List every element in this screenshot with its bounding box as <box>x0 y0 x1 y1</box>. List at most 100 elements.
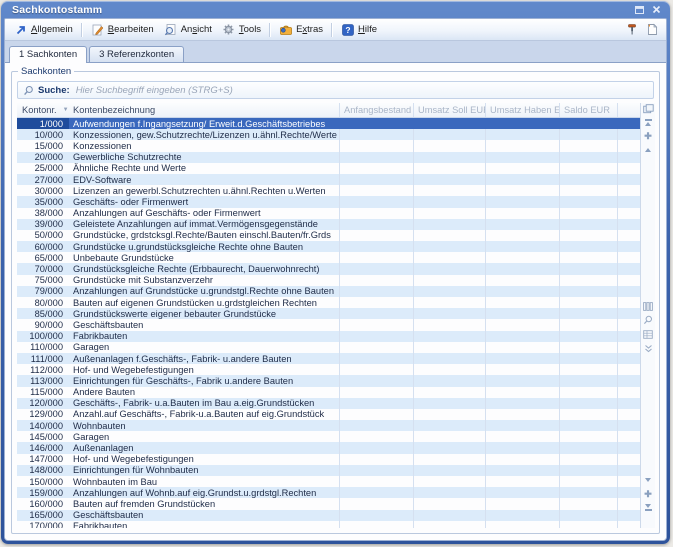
cell-anfangsbestand[interactable] <box>339 297 413 308</box>
cell-saldo[interactable] <box>559 364 617 375</box>
table-row[interactable]: 80/000Bauten auf eigenen Grundstücken u.… <box>17 297 640 308</box>
cell-kontonr[interactable]: 75/000 <box>17 275 69 286</box>
column-chooser-icon[interactable] <box>641 103 655 115</box>
cell-saldo[interactable] <box>559 275 617 286</box>
cell-umsatz-haben[interactable] <box>485 510 559 521</box>
cell-kontenbezeichnung[interactable]: Anzahlungen auf Geschäfts- oder Firmenwe… <box>69 208 339 219</box>
cell-umsatz-haben[interactable] <box>485 398 559 409</box>
cell-saldo[interactable] <box>559 219 617 230</box>
cell-kontonr[interactable]: 60/000 <box>17 241 69 252</box>
cell-umsatz-soll[interactable] <box>413 387 485 398</box>
cell-umsatz-soll[interactable] <box>413 375 485 386</box>
cell-umsatz-soll[interactable] <box>413 364 485 375</box>
table-row[interactable]: 120/000Geschäfts-, Fabrik- u.a.Bauten im… <box>17 398 640 409</box>
table-row[interactable]: 159/000Anzahlungen auf Wohnb.auf eig.Gru… <box>17 487 640 498</box>
table-row[interactable]: 27/000EDV-Software <box>17 174 640 185</box>
cell-umsatz-soll[interactable] <box>413 487 485 498</box>
cell-saldo[interactable] <box>559 431 617 442</box>
search-bar[interactable]: Suche: <box>17 81 654 99</box>
table-row[interactable]: 129/000Anzahl.auf Geschäfts-, Fabrik-u.a… <box>17 409 640 420</box>
table-row[interactable]: 110/000Garagen <box>17 342 640 353</box>
cell-anfangsbestand[interactable] <box>339 331 413 342</box>
cell-saldo[interactable] <box>559 476 617 487</box>
cell-saldo[interactable] <box>559 521 617 528</box>
cell-kontonr[interactable]: 160/000 <box>17 498 69 509</box>
cell-kontenbezeichnung[interactable]: EDV-Software <box>69 174 339 185</box>
column-header-anfangsbestand[interactable]: Anfangsbestand EUR <box>339 103 413 117</box>
cell-umsatz-haben[interactable] <box>485 521 559 528</box>
cell-saldo[interactable] <box>559 331 617 342</box>
cell-umsatz-haben[interactable] <box>485 487 559 498</box>
row-up-icon[interactable] <box>641 144 655 156</box>
cell-umsatz-soll[interactable] <box>413 431 485 442</box>
cell-kontenbezeichnung[interactable]: Bauten auf eigenen Grundstücken u.grdstg… <box>69 297 339 308</box>
table-row[interactable]: 148/000Einrichtungen für Wohnbauten <box>17 465 640 476</box>
magnifier-icon[interactable] <box>641 314 655 326</box>
cell-kontenbezeichnung[interactable]: Bauten auf fremden Grundstücken <box>69 498 339 509</box>
cell-saldo[interactable] <box>559 129 617 140</box>
cell-anfangsbestand[interactable] <box>339 196 413 207</box>
cell-anfangsbestand[interactable] <box>339 219 413 230</box>
cell-umsatz-soll[interactable] <box>413 498 485 509</box>
cell-anfangsbestand[interactable] <box>339 487 413 498</box>
double-chevron-down-icon[interactable] <box>641 342 655 354</box>
cell-anfangsbestand[interactable] <box>339 163 413 174</box>
column-header-saldo[interactable]: Saldo EUR <box>559 103 617 117</box>
cell-umsatz-soll[interactable] <box>413 353 485 364</box>
cell-umsatz-haben[interactable] <box>485 208 559 219</box>
table-row[interactable]: 10/000Konzessionen, gew.Schutzrechte/Liz… <box>17 129 640 140</box>
table-row[interactable]: 1/000Aufwendungen f.Ingangsetzung/ Erwei… <box>17 118 640 129</box>
cell-saldo[interactable] <box>559 342 617 353</box>
cell-kontenbezeichnung[interactable]: Geschäfts-, Fabrik- u.a.Bauten im Bau a.… <box>69 398 339 409</box>
cell-kontonr[interactable]: 65/000 <box>17 252 69 263</box>
cell-umsatz-haben[interactable] <box>485 331 559 342</box>
cell-umsatz-soll[interactable] <box>413 521 485 528</box>
cell-kontenbezeichnung[interactable]: Konzessionen <box>69 140 339 151</box>
cell-kontonr[interactable]: 113/000 <box>17 375 69 386</box>
cell-umsatz-haben[interactable] <box>485 409 559 420</box>
cell-umsatz-haben[interactable] <box>485 263 559 274</box>
column-header-umsatz-haben[interactable]: Umsatz Haben EUR <box>485 103 559 117</box>
cell-umsatz-soll[interactable] <box>413 286 485 297</box>
cell-kontenbezeichnung[interactable]: Aufwendungen f.Ingangsetzung/ Erweit.d.G… <box>69 118 339 129</box>
close-icon[interactable] <box>649 4 663 16</box>
cell-kontenbezeichnung[interactable]: Ähnliche Rechte und Werte <box>69 163 339 174</box>
cell-umsatz-haben[interactable] <box>485 308 559 319</box>
cell-kontenbezeichnung[interactable]: Grundstücksgleiche Rechte (Erbbaurecht, … <box>69 263 339 274</box>
cell-anfangsbestand[interactable] <box>339 263 413 274</box>
cell-saldo[interactable] <box>559 174 617 185</box>
cell-saldo[interactable] <box>559 454 617 465</box>
cell-anfangsbestand[interactable] <box>339 387 413 398</box>
cell-umsatz-soll[interactable] <box>413 208 485 219</box>
table-row[interactable]: 39/000Geleistete Anzahlungen auf immat.V… <box>17 219 640 230</box>
cell-umsatz-haben[interactable] <box>485 454 559 465</box>
cell-kontenbezeichnung[interactable]: Fabrikbauten <box>69 521 339 528</box>
cell-umsatz-haben[interactable] <box>485 241 559 252</box>
cell-kontenbezeichnung[interactable]: Garagen <box>69 342 339 353</box>
cell-kontenbezeichnung[interactable]: Andere Bauten <box>69 387 339 398</box>
table-row[interactable]: 38/000Anzahlungen auf Geschäfts- oder Fi… <box>17 208 640 219</box>
cell-kontenbezeichnung[interactable]: Hof- und Wegebefestigungen <box>69 454 339 465</box>
cell-kontonr[interactable]: 80/000 <box>17 297 69 308</box>
cell-saldo[interactable] <box>559 252 617 263</box>
insert-row-icon[interactable]: ✚ <box>641 130 655 142</box>
cell-anfangsbestand[interactable] <box>339 431 413 442</box>
cell-umsatz-haben[interactable] <box>485 431 559 442</box>
cell-anfangsbestand[interactable] <box>339 286 413 297</box>
pin-icon[interactable] <box>624 22 640 37</box>
title-bar[interactable]: Sachkontostamm <box>4 1 667 18</box>
cell-kontenbezeichnung[interactable]: Grundstücke u.grundstücksgleiche Rechte … <box>69 241 339 252</box>
menu-item-extras[interactable]: Extras <box>274 21 328 38</box>
cell-saldo[interactable] <box>559 185 617 196</box>
cell-saldo[interactable] <box>559 118 617 129</box>
column-header-kontenbezeichnung[interactable]: Kontenbezeichnung <box>69 103 339 117</box>
cell-kontonr[interactable]: 115/000 <box>17 387 69 398</box>
table-row[interactable]: 65/000Unbebaute Grundstücke <box>17 252 640 263</box>
cell-kontonr[interactable]: 1/000 <box>17 118 69 129</box>
cell-kontenbezeichnung[interactable]: Einrichtungen für Geschäfts-, Fabrik u.a… <box>69 375 339 386</box>
cell-kontenbezeichnung[interactable]: Anzahlungen auf Grundstücke u.grundstgl.… <box>69 286 339 297</box>
cell-umsatz-haben[interactable] <box>485 174 559 185</box>
cell-anfangsbestand[interactable] <box>339 353 413 364</box>
cell-umsatz-soll[interactable] <box>413 297 485 308</box>
restore-icon[interactable] <box>632 4 646 16</box>
